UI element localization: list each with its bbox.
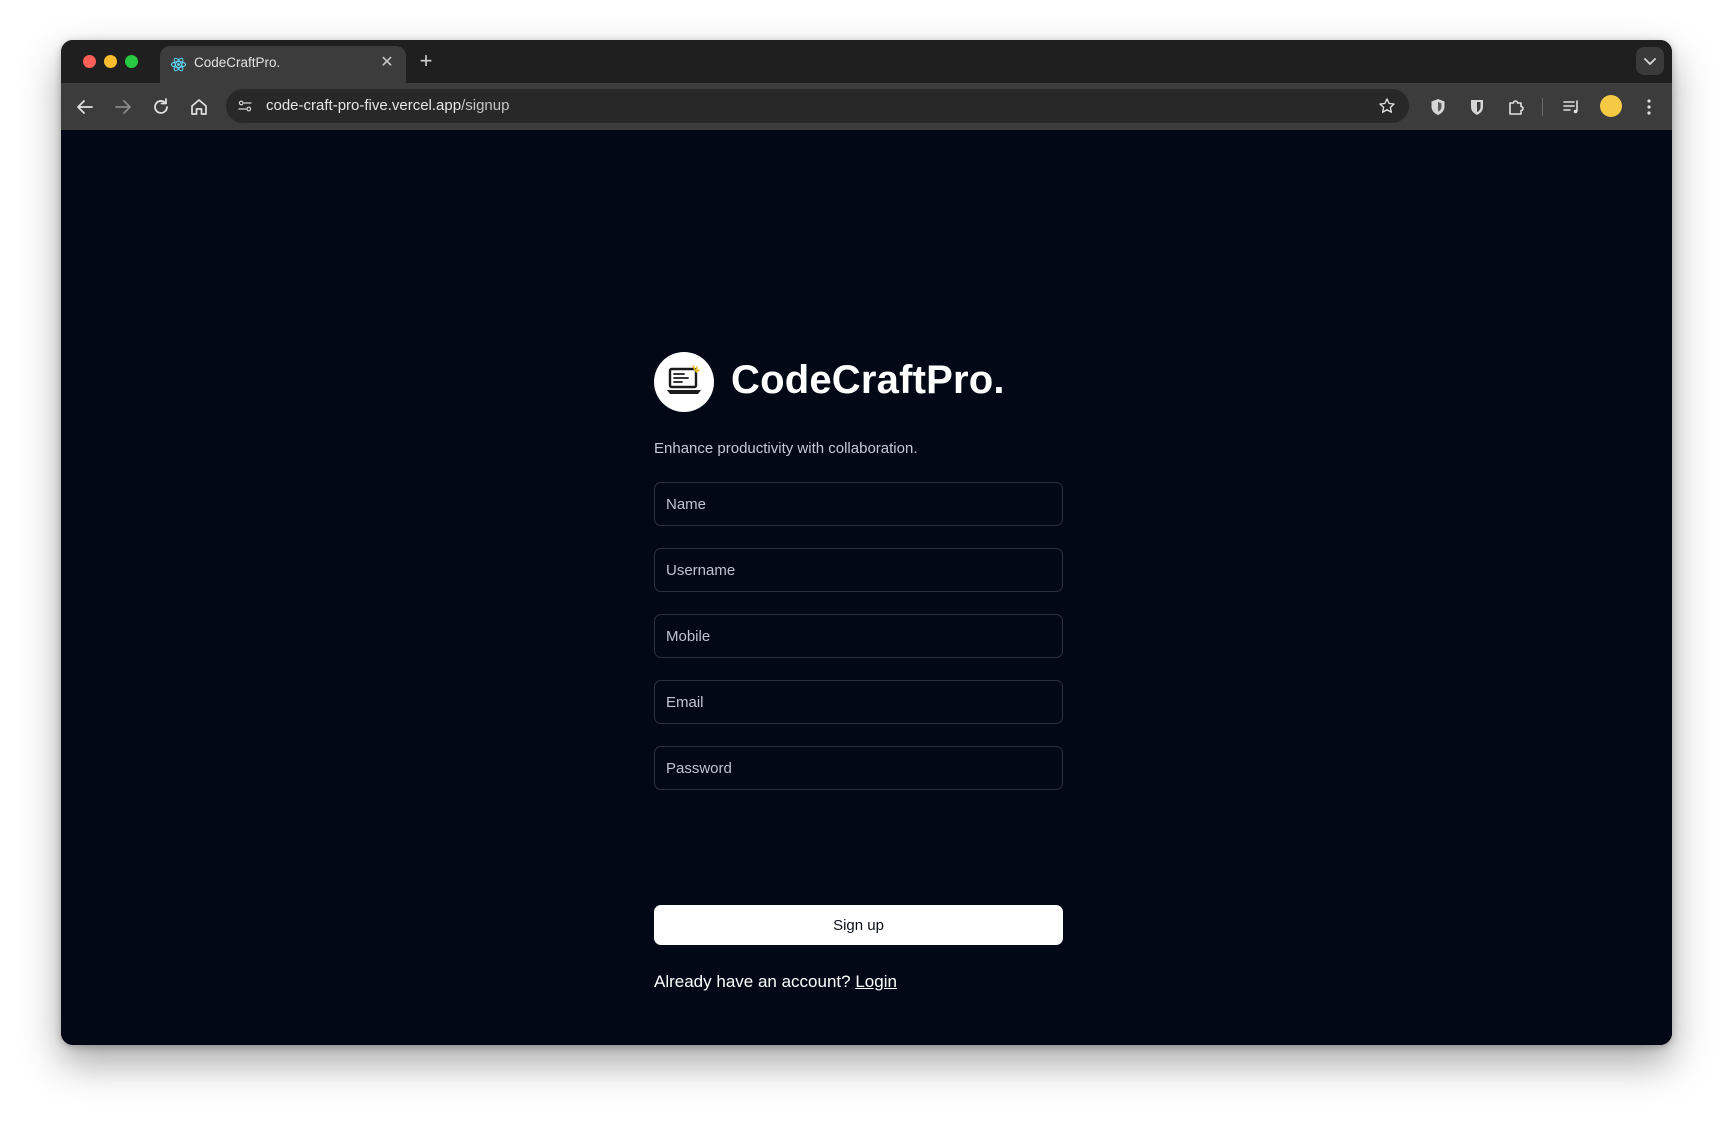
url-text[interactable]: code-craft-pro-five.vercel.app/signup [266,97,509,114]
new-tab-icon[interactable]: + [414,49,438,73]
username-input[interactable] [654,548,1063,592]
maximize-window-button[interactable] [125,55,138,68]
login-link[interactable]: Login [855,972,897,991]
toolbar-divider [1542,98,1543,116]
reload-icon[interactable] [149,95,173,119]
password-manager-icon[interactable] [1465,95,1489,119]
tab-title: CodeCraftPro. [194,55,281,70]
url-host: code-craft-pro-five.vercel.app [266,97,462,114]
profile-avatar[interactable] [1600,95,1622,117]
forward-arrow-icon[interactable] [111,95,135,119]
tab-search-button[interactable] [1636,47,1664,75]
close-window-button[interactable] [83,55,96,68]
address-bar[interactable]: code-craft-pro-five.vercel.app/signup [226,89,1409,123]
more-options-icon[interactable] [1637,95,1661,119]
site-settings-icon[interactable] [236,97,254,115]
react-atom-icon [170,57,187,72]
password-input[interactable] [654,746,1063,790]
extensions-puzzle-icon[interactable] [1504,95,1528,119]
name-input[interactable] [654,482,1063,526]
email-input[interactable] [654,680,1063,724]
close-tab-icon[interactable]: ✕ [378,54,396,72]
bookmark-star-icon[interactable] [1377,96,1397,116]
login-prompt-text: Already have an account? [654,972,851,991]
mobile-input[interactable] [654,614,1063,658]
home-icon[interactable] [187,95,211,119]
signup-page: CodeCraftPro. Enhance productivity with … [61,130,1672,1045]
url-path: /signup [461,97,510,114]
sign-up-button[interactable]: Sign up [654,905,1063,945]
browser-window: CodeCraftPro. ✕ + code-craft-pro-five.ve… [61,40,1672,1045]
chevron-down-icon [1644,58,1656,65]
tab-strip: CodeCraftPro. ✕ + [61,40,1672,83]
media-controls-icon[interactable] [1560,95,1584,119]
login-prompt: Already have an account? Login [654,972,897,992]
back-arrow-icon[interactable] [73,95,97,119]
browser-tab[interactable]: CodeCraftPro. ✕ [160,46,406,83]
logo [654,352,714,412]
minimize-window-button[interactable] [104,55,117,68]
tagline: Enhance productivity with collaboration. [654,440,918,457]
browser-toolbar: code-craft-pro-five.vercel.app/signup [61,83,1672,130]
brand-header: CodeCraftPro. [654,352,1063,414]
signup-form-container: CodeCraftPro. Enhance productivity with … [654,352,1063,991]
laptop-code-icon [667,365,701,394]
brand-name: CodeCraftPro. [731,358,1005,402]
shield-extension-icon[interactable] [1426,95,1450,119]
